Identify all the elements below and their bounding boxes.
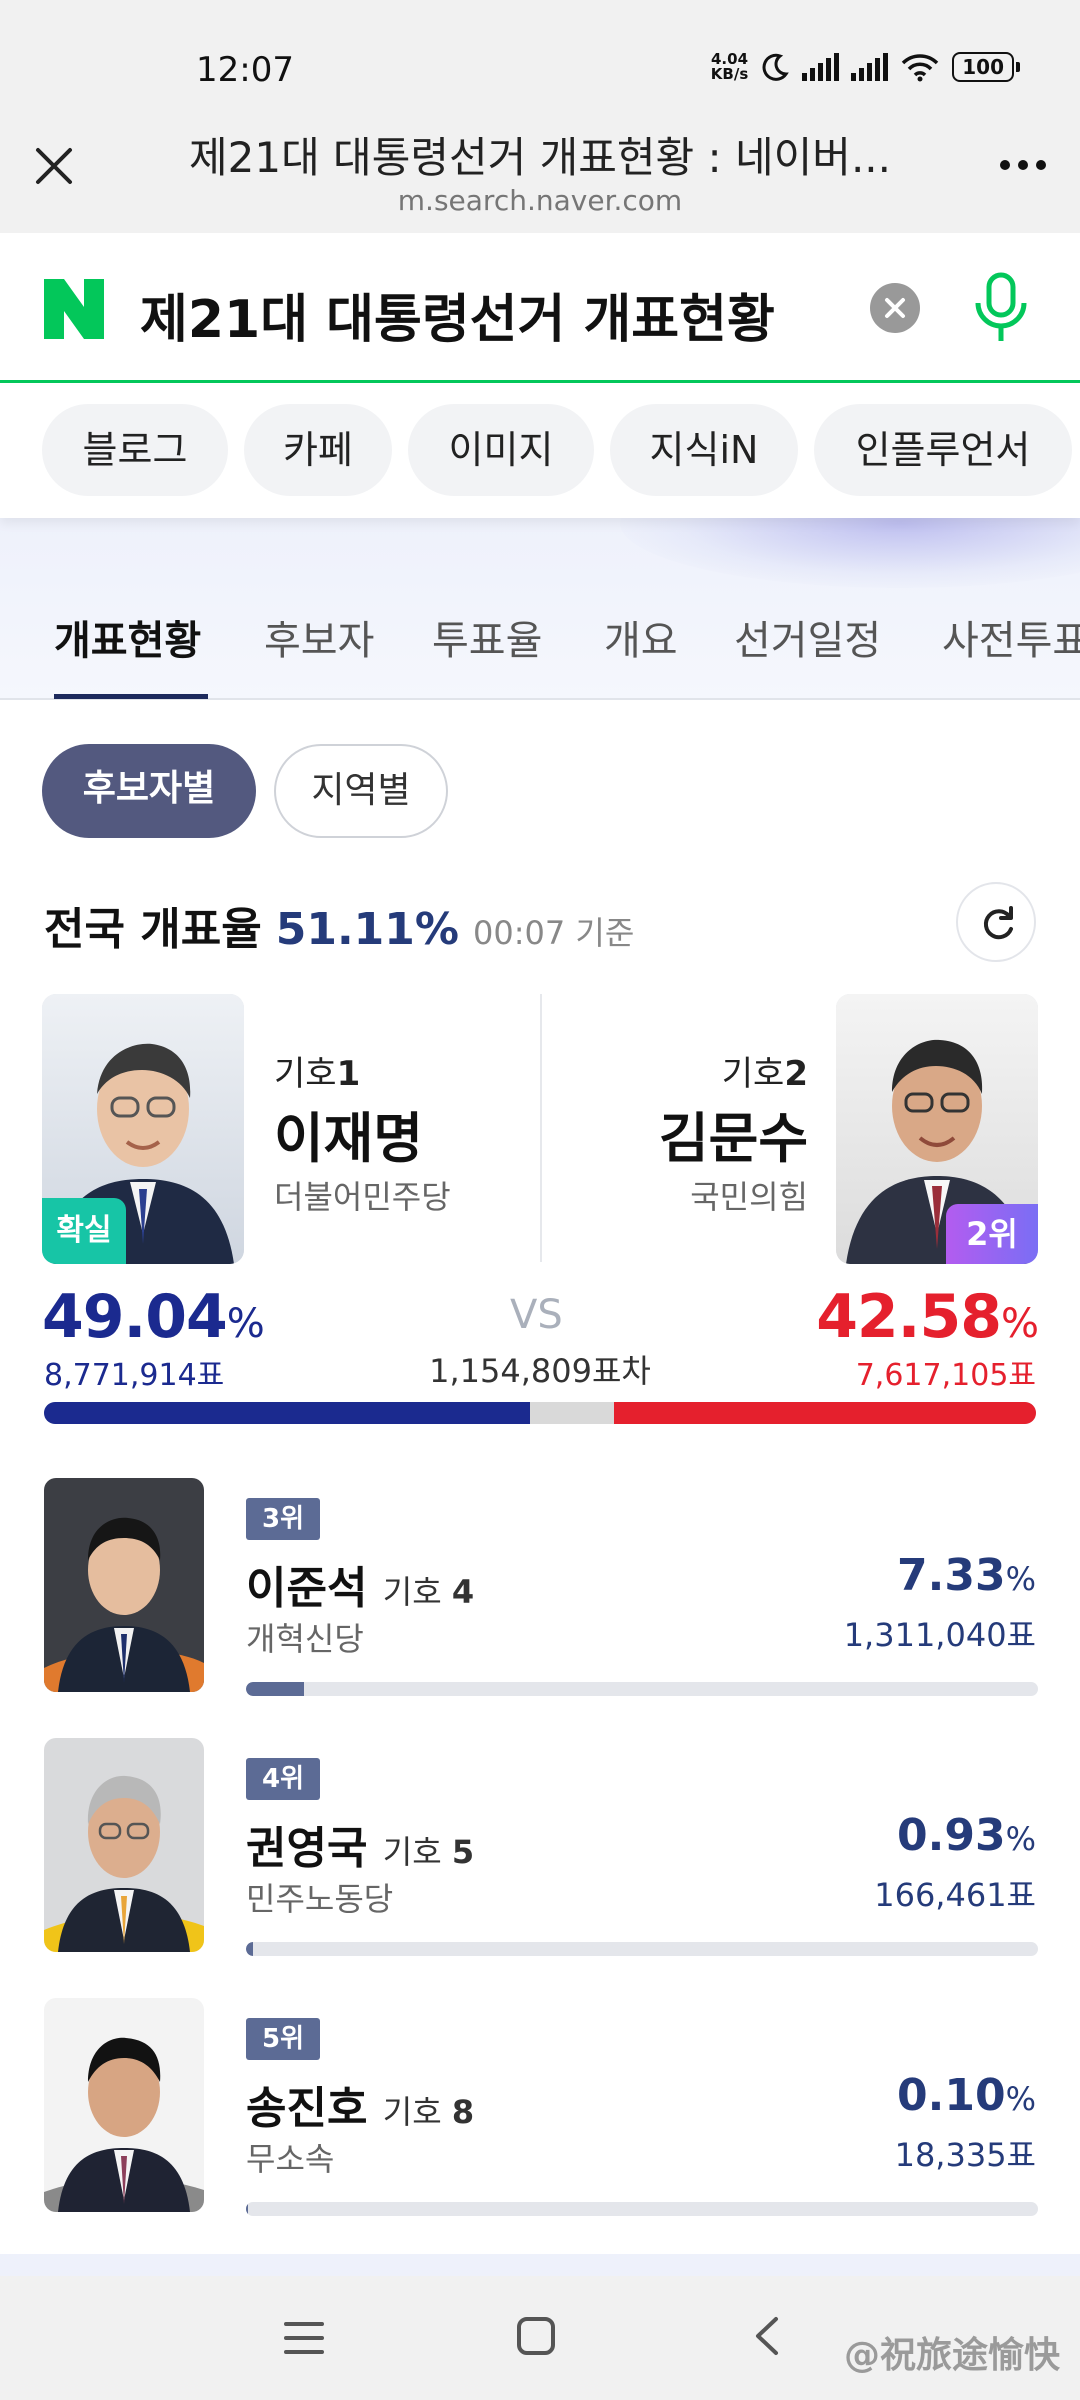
candidate-2-percent: 42.58% [816, 1282, 1039, 1352]
category-chips: 블로그 카페 이미지 지식iN 인플루언서 [0, 386, 1080, 518]
candidate-5-photo [44, 1998, 204, 2212]
candidate-5-share-bar [246, 2202, 1038, 2216]
home-icon[interactable] [516, 2316, 556, 2356]
candidate-4-percent: 0.93% [897, 1810, 1036, 1861]
vote-share-bar-candidate-2 [613, 1402, 1036, 1424]
moon-icon [762, 53, 790, 81]
election-tabs: 개표현황 후보자 투표율 개요 선거일정 사전투표 [0, 570, 1080, 700]
status-bar: 12:07 4.04 KB/s 100 [0, 0, 1080, 120]
tab-schedule[interactable]: 선거일정 [734, 608, 881, 666]
candidate-5-name: 송진호 기호 8 [246, 2083, 475, 2134]
menu-icon[interactable] [284, 2320, 324, 2356]
candidate-2-party: 국민의힘 [690, 1178, 808, 1216]
chip-cafe[interactable]: 카페 [244, 404, 392, 496]
candidate-1-photo[interactable]: 확실 [42, 994, 244, 1264]
watermark: @祝旅途愉快 [843, 2335, 1060, 2376]
network-speed-unit: KB/s [710, 65, 749, 83]
page-title: 제21대 대통령선거 개표현황 : 네이버... [188, 133, 891, 182]
candidate-divider [540, 994, 542, 1262]
active-tab-indicator [54, 694, 208, 699]
status-time: 12:07 [196, 50, 294, 90]
candidate-3-name: 이준석 기호 4 [246, 1563, 475, 1614]
rank-badge: 5위 [246, 2018, 320, 2060]
candidate-1-party: 더불어민주당 [274, 1178, 451, 1216]
share-bar-fill [246, 1942, 254, 1956]
share-bar-fill [246, 1682, 305, 1696]
candidate-4-name: 권영국 기호 5 [246, 1823, 475, 1874]
naver-logo-icon[interactable] [42, 277, 106, 341]
wifi-icon [902, 54, 939, 82]
candidate-1-number: 기호1 [274, 1054, 361, 1094]
rank-badge: 3위 [246, 1498, 320, 1540]
rank-badge: 4위 [246, 1758, 320, 1800]
back-icon[interactable] [752, 2316, 782, 2356]
search-input[interactable]: 제21대 대통령선거 개표현황 [140, 277, 775, 352]
nationwide-rate: 전국 개표율 51.11% 00:07 기준 [44, 893, 634, 957]
page-url: m.search.naver.com [397, 184, 683, 217]
tab-overview[interactable]: 개요 [604, 608, 678, 666]
candidate-portrait [44, 1998, 204, 2212]
microphone-icon[interactable] [966, 269, 1036, 349]
vote-share-bar [44, 1402, 1036, 1424]
screen: 12:07 4.04 KB/s 100 제21대 대통령선거 개표현황 : 네이… [0, 0, 1080, 2400]
nationwide-rate-time: 00:07 기준 [472, 914, 635, 952]
candidate-portrait [44, 1478, 204, 1692]
candidate-1-name: 이재명 [274, 1107, 424, 1170]
chip-influencer[interactable]: 인플루언서 [814, 404, 1072, 496]
battery-icon: 100 [952, 52, 1020, 82]
filter-by-candidate[interactable]: 후보자별 [42, 744, 256, 838]
candidate-4-votes: 166,461표 [874, 1876, 1036, 1914]
candidate-5-votes: 18,335표 [894, 2136, 1036, 2174]
candidate-5-percent: 0.10% [897, 2070, 1036, 2121]
candidate-portrait [44, 1738, 204, 1952]
candidate-2-votes: 7,617,105표 [855, 1358, 1036, 1393]
vs-label: VS [510, 1292, 563, 1338]
chip-image[interactable]: 이미지 [408, 404, 594, 496]
signal-icon [802, 53, 840, 81]
chip-kin[interactable]: 지식iN [610, 404, 798, 496]
network-speed: 4.04 KB/s [711, 52, 748, 82]
more-icon[interactable] [1000, 160, 1046, 170]
candidate-3-votes: 1,311,040표 [843, 1616, 1036, 1654]
nationwide-rate-label: 전국 개표율 [44, 904, 262, 955]
browser-title-bar: 제21대 대통령선거 개표현황 : 네이버... m.search.naver.… [0, 120, 1080, 233]
refresh-button[interactable] [956, 882, 1036, 962]
confirmed-badge: 확실 [42, 1198, 126, 1264]
clear-icon[interactable] [870, 283, 920, 333]
filter-by-region[interactable]: 지역별 [274, 744, 448, 838]
candidate-1-percent: 49.04% [42, 1282, 265, 1352]
vote-share-bar-candidate-1 [44, 1402, 531, 1424]
candidate-3-party: 개혁신당 [246, 1620, 364, 1658]
section-divider [0, 2254, 1080, 2276]
status-icons: 4.04 KB/s 100 [711, 52, 1020, 82]
candidate-4-photo [44, 1738, 204, 1952]
candidate-4-share-bar [246, 1942, 1038, 1956]
chip-blog[interactable]: 블로그 [42, 404, 228, 496]
refresh-icon [983, 906, 1013, 940]
vote-share-bar-others [530, 1402, 614, 1424]
candidate-2-photo[interactable]: 2위 [836, 994, 1038, 1264]
nationwide-rate-value: 51.11% [275, 904, 459, 955]
candidate-3-share-bar [246, 1682, 1038, 1696]
tab-candidates[interactable]: 후보자 [264, 608, 374, 666]
signal-icon-2 [851, 53, 889, 81]
candidate-2-number: 기호2 [721, 1054, 808, 1094]
candidate-5-party: 무소속 [246, 2140, 335, 2178]
candidate-3-photo [44, 1478, 204, 1692]
candidate-4-party: 민주노동당 [246, 1880, 394, 1918]
tab-early-voting[interactable]: 사전투표 [942, 608, 1080, 666]
close-icon[interactable] [30, 142, 78, 190]
tab-turnout[interactable]: 투표율 [432, 608, 542, 666]
share-bar-fill [246, 2202, 249, 2216]
tab-counting-status[interactable]: 개표현황 [54, 608, 201, 666]
rank-badge: 2위 [946, 1204, 1038, 1264]
search-bar: 제21대 대통령선거 개표현황 [0, 233, 1080, 383]
candidate-3-percent: 7.33% [897, 1550, 1036, 1601]
candidate-2-name: 김문수 [658, 1107, 808, 1170]
